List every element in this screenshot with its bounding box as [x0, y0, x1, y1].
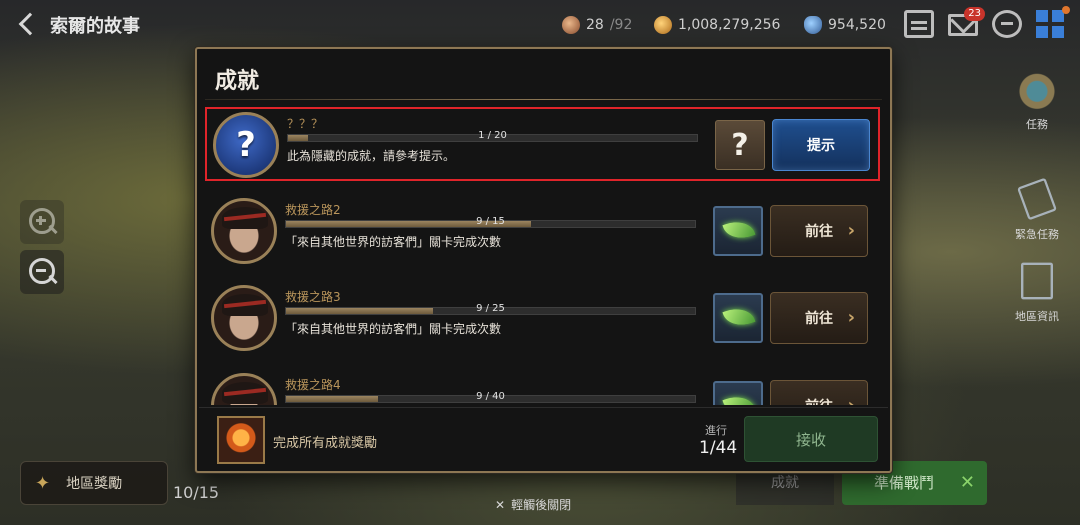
achievement-description: 此為隱藏的成就，請參考提示。 [287, 149, 456, 163]
notification-dot [1062, 6, 1070, 14]
chevron-right-icon: › [848, 395, 855, 405]
go-button[interactable]: 前往 › [770, 380, 868, 405]
chevron-right-icon: › [847, 220, 855, 241]
emergency-label: 緊急任務 [1015, 228, 1059, 241]
gold-counter: 1,008,279,256 [654, 16, 780, 34]
region-reward-button[interactable]: ✦ 地區獎勵 [20, 461, 168, 505]
chevron-right-icon: › [847, 307, 855, 328]
achievement-row: 救援之路3 9 / 25 「來自其他世界的訪客們」關卡完成次數 前往 › [205, 282, 880, 356]
gold-coin-icon [654, 16, 672, 34]
emergency-icon [1017, 177, 1057, 221]
tap-to-close-hint[interactable]: ✕ 輕觸後關閉 [495, 496, 571, 513]
total-progress: 1/44 [699, 438, 738, 458]
hidden-achievement-icon: ? [213, 112, 279, 178]
map-info-icon [1021, 262, 1053, 300]
gem-counter: 954,520 [804, 16, 886, 34]
emergency-quest-button[interactable]: 緊急任務 [1002, 176, 1072, 242]
progress-text: 9 / 25 [476, 303, 505, 314]
grid-menu-icon[interactable] [1036, 6, 1070, 38]
progress-text: 1 / 20 [478, 130, 507, 141]
stamina-counter: 28/92 [562, 16, 632, 34]
achievement-list[interactable]: ? ？？？ 1 / 20 此為隱藏的成就，請參考提示。 ? 提示 救援之路2 9… [197, 105, 890, 405]
go-button[interactable]: 前往 › [770, 292, 868, 344]
hero-portrait [211, 285, 277, 351]
mail-badge: 23 [964, 7, 985, 21]
gem-icon [804, 16, 822, 34]
zoom-in-button[interactable] [20, 200, 64, 244]
region-reward-label: 地區獎勵 [66, 476, 123, 492]
quest-button[interactable]: 任務 [1002, 66, 1072, 132]
go-button-label: 前往 [805, 224, 833, 240]
menu-icon[interactable] [904, 10, 934, 38]
quest-label: 任務 [1026, 118, 1048, 131]
torch-reward-icon [217, 416, 265, 464]
leaf-icon [713, 293, 763, 343]
zoom-out-button[interactable] [20, 250, 64, 294]
hero-portrait [211, 198, 277, 264]
mail-icon[interactable]: 23 [948, 7, 985, 36]
zoom-in-icon [35, 215, 49, 227]
achievement-row: 救援之路2 9 / 15 「來自其他世界的訪客們」關卡完成次數 前往 › [205, 195, 880, 269]
stamina-max: /92 [609, 17, 633, 33]
zoom-out-icon [35, 265, 49, 277]
progress-text: 9 / 15 [476, 216, 505, 227]
claim-button[interactable]: 接收 [744, 416, 878, 462]
stamina-current: 28 [586, 17, 604, 33]
question-icon: ? [715, 120, 765, 170]
leaf-icon [713, 206, 763, 256]
chat-icon[interactable] [992, 10, 1022, 38]
gem-amount: 954,520 [828, 17, 886, 33]
title-divider [205, 99, 882, 100]
top-bar: 索爾的故事 28/92 1,008,279,256 954,520 23 [0, 0, 1080, 48]
page-title: 索爾的故事 [50, 16, 140, 37]
achievement-dialog: 成就 ? ？？？ 1 / 20 此為隱藏的成就，請參考提示。 ? 提示 救援之路… [195, 47, 892, 473]
dialog-title: 成就 [215, 69, 260, 94]
progress-label: 進行 [705, 424, 727, 437]
stamina-icon [562, 16, 580, 34]
region-info-label: 地區資訊 [1015, 310, 1059, 323]
achievement-description: 「來自其他世界的訪客們」關卡完成次數 [285, 322, 502, 336]
region-info-button[interactable]: 地區資訊 [1002, 258, 1072, 324]
leaf-icon [713, 381, 763, 405]
hint-button[interactable]: 提示 [772, 119, 870, 171]
region-progress: 10/15 [173, 483, 220, 502]
progress-text: 9 / 40 [476, 391, 505, 402]
close-icon: ✕ [495, 498, 506, 512]
star-icon: ✦ [35, 472, 51, 494]
go-button-label: 前往 [805, 311, 833, 327]
go-button-label: 前往 [805, 396, 833, 405]
top-icons: 23 [904, 6, 1070, 38]
complete-all-label: 完成所有成就獎勵 [273, 436, 378, 451]
close-hint-text: 輕觸後關閉 [511, 498, 572, 512]
achievement-row: 救援之路4 9 / 40 前往 › [205, 370, 880, 405]
back-arrow-icon[interactable] [14, 10, 42, 38]
achievement-description: 「來自其他世界的訪客們」關卡完成次數 [285, 235, 502, 249]
hero-portrait [211, 373, 277, 405]
achievement-row: ? ？？？ 1 / 20 此為隱藏的成就，請參考提示。 ? 提示 [205, 107, 880, 181]
go-button[interactable]: 前往 › [770, 205, 868, 257]
gold-amount: 1,008,279,256 [678, 17, 781, 33]
quest-icon [1017, 66, 1057, 112]
complete-all-reward-bar: 完成所有成就獎勵 進行 1/44 接收 [199, 407, 888, 469]
